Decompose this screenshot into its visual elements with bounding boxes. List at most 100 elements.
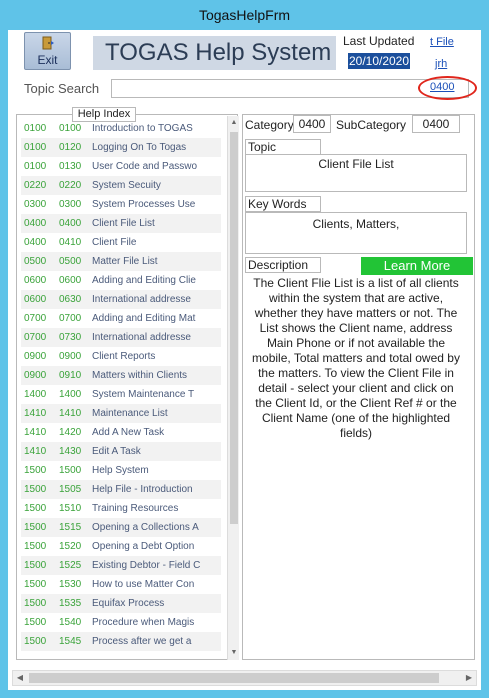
index-row-title[interactable]: Help File - Introduction (92, 480, 193, 499)
index-row-title[interactable]: Process after we get a (92, 632, 192, 651)
index-row-title[interactable]: Add A New Task (92, 423, 164, 442)
index-row-title[interactable]: System Processes Use (92, 195, 195, 214)
index-row-subcategory[interactable]: 1540 (59, 613, 81, 632)
index-row-category[interactable]: 1410 (24, 423, 46, 442)
index-row-subcategory[interactable]: 1505 (59, 480, 81, 499)
index-row[interactable]: 1500 1535 Equifax Process (21, 594, 221, 613)
index-row-title[interactable]: Equifax Process (92, 594, 164, 613)
keywords-field[interactable]: Clients, Matters, (245, 212, 467, 254)
index-row-category[interactable]: 1500 (24, 518, 46, 537)
index-row-subcategory[interactable]: 1500 (59, 461, 81, 480)
index-scroll-thumb[interactable] (230, 132, 238, 524)
scroll-up-icon[interactable]: ▲ (228, 116, 240, 130)
index-row-subcategory[interactable]: 1510 (59, 499, 81, 518)
index-row-subcategory[interactable]: 0630 (59, 290, 81, 309)
index-row[interactable]: 1500 1500 Help System (21, 461, 221, 480)
index-row-title[interactable]: Opening a Collections A (92, 518, 199, 537)
index-row-subcategory[interactable]: 1520 (59, 537, 81, 556)
index-row[interactable]: 0300 0300 System Processes Use (21, 195, 221, 214)
index-row-title[interactable]: Edit A Task (92, 442, 141, 461)
index-row-subcategory[interactable]: 0500 (59, 252, 81, 271)
index-row-category[interactable]: 1500 (24, 556, 46, 575)
index-row-title[interactable]: International addresse (92, 328, 191, 347)
index-row-title[interactable]: System Secuity (92, 176, 161, 195)
horizontal-scroll-thumb[interactable] (29, 673, 439, 683)
index-row-subcategory[interactable]: 1530 (59, 575, 81, 594)
index-row-subcategory[interactable]: 1535 (59, 594, 81, 613)
form-horizontal-scrollbar[interactable]: ◀ ▶ (12, 670, 477, 686)
index-row-subcategory[interactable]: 1525 (59, 556, 81, 575)
index-row-subcategory[interactable]: 0700 (59, 309, 81, 328)
index-row-category[interactable]: 1500 (24, 461, 46, 480)
index-row-title[interactable]: User Code and Passwo (92, 157, 197, 176)
index-row-subcategory[interactable]: 1420 (59, 423, 81, 442)
file-link[interactable]: t File (430, 36, 454, 48)
index-row-subcategory[interactable]: 1400 (59, 385, 81, 404)
index-row[interactable]: 1500 1505 Help File - Introduction (21, 480, 221, 499)
index-row[interactable]: 1410 1420 Add A New Task (21, 423, 221, 442)
index-row[interactable]: 0500 0500 Matter File List (21, 252, 221, 271)
learn-more-button[interactable]: Learn More (361, 257, 473, 275)
index-row[interactable]: 0900 0910 Matters within Clients (21, 366, 221, 385)
index-row-category[interactable]: 1500 (24, 499, 46, 518)
scroll-down-icon[interactable]: ▼ (228, 646, 240, 660)
index-row-category[interactable]: 1410 (24, 442, 46, 461)
index-row-category[interactable]: 0700 (24, 309, 46, 328)
index-row-category[interactable]: 1500 (24, 632, 46, 651)
index-row-title[interactable]: Matter File List (92, 252, 158, 271)
index-row[interactable]: 1500 1540 Procedure when Magis (21, 613, 221, 632)
scroll-right-icon[interactable]: ▶ (462, 671, 476, 685)
index-row[interactable]: 1500 1530 How to use Matter Con (21, 575, 221, 594)
index-row-category[interactable]: 0600 (24, 271, 46, 290)
topic-code-link[interactable]: 0400 (430, 81, 454, 93)
index-row[interactable]: 0600 0600 Adding and Editing Clie (21, 271, 221, 290)
index-row-subcategory[interactable]: 0900 (59, 347, 81, 366)
index-row[interactable]: 1500 1545 Process after we get a (21, 632, 221, 651)
index-row-title[interactable]: Client Reports (92, 347, 155, 366)
index-row-category[interactable]: 1500 (24, 613, 46, 632)
index-row-category[interactable]: 1500 (24, 594, 46, 613)
index-row-subcategory[interactable]: 0120 (59, 138, 81, 157)
index-row-title[interactable]: Maintenance List (92, 404, 168, 423)
exit-button[interactable]: Exit (24, 32, 71, 70)
index-row-title[interactable]: Help System (92, 461, 149, 480)
index-row-category[interactable]: 0900 (24, 347, 46, 366)
index-row-title[interactable]: How to use Matter Con (92, 575, 194, 594)
index-row-subcategory[interactable]: 0130 (59, 157, 81, 176)
index-row-subcategory[interactable]: 0910 (59, 366, 81, 385)
index-row[interactable]: 0100 0130 User Code and Passwo (21, 157, 221, 176)
topic-field[interactable]: Client File List (245, 154, 467, 192)
index-row-subcategory[interactable]: 1545 (59, 632, 81, 651)
index-row-title[interactable]: Procedure when Magis (92, 613, 194, 632)
index-row-subcategory[interactable]: 1410 (59, 404, 81, 423)
index-row[interactable]: 0700 0730 International addresse (21, 328, 221, 347)
index-row-title[interactable]: International addresse (92, 290, 191, 309)
index-row-category[interactable]: 0100 (24, 157, 46, 176)
index-row-title[interactable]: Logging On To Togas (92, 138, 186, 157)
index-row-category[interactable]: 0700 (24, 328, 46, 347)
last-updated-value[interactable]: 20/10/2020 (348, 53, 410, 69)
index-row[interactable]: 1400 1400 System Maintenance T (21, 385, 221, 404)
index-row-subcategory[interactable]: 0600 (59, 271, 81, 290)
subcategory-field[interactable]: 0400 (412, 115, 460, 133)
index-row-subcategory[interactable]: 1430 (59, 442, 81, 461)
index-row[interactable]: 1500 1510 Training Resources (21, 499, 221, 518)
scroll-left-icon[interactable]: ◀ (13, 671, 27, 685)
index-row-subcategory[interactable]: 1515 (59, 518, 81, 537)
index-row[interactable]: 0900 0900 Client Reports (21, 347, 221, 366)
index-row-title[interactable]: Adding and Editing Mat (92, 309, 195, 328)
index-row-category[interactable]: 0400 (24, 214, 46, 233)
index-row[interactable]: 0220 0220 System Secuity (21, 176, 221, 195)
topic-search-input[interactable] (111, 79, 469, 98)
index-row-subcategory[interactable]: 0410 (59, 233, 81, 252)
index-row[interactable]: 0600 0630 International addresse (21, 290, 221, 309)
index-row-title[interactable]: Adding and Editing Clie (92, 271, 196, 290)
index-row-category[interactable]: 1500 (24, 575, 46, 594)
index-row-category[interactable]: 0900 (24, 366, 46, 385)
index-row-subcategory[interactable]: 0220 (59, 176, 81, 195)
description-field[interactable]: The Client Flie List is a list of all cl… (245, 276, 467, 441)
index-row-category[interactable]: 0100 (24, 138, 46, 157)
index-row-title[interactable]: Opening a Debt Option (92, 537, 194, 556)
index-row-subcategory[interactable]: 0400 (59, 214, 81, 233)
index-row[interactable]: 0700 0700 Adding and Editing Mat (21, 309, 221, 328)
